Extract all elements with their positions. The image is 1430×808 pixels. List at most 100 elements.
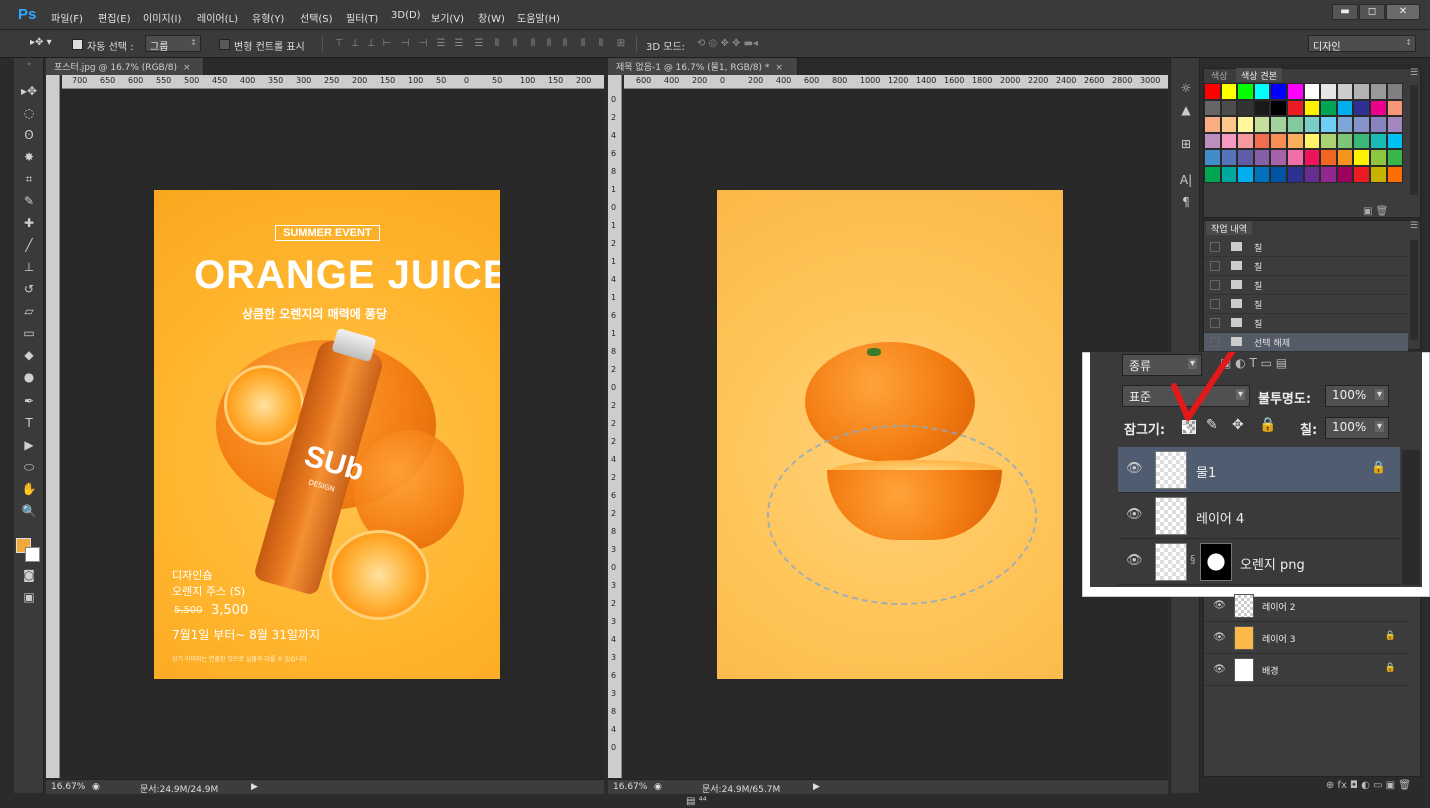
menu-item[interactable]: 유형(Y) xyxy=(252,10,284,25)
maximize-button[interactable]: ◻ xyxy=(1359,4,1385,20)
hand-tool-icon[interactable]: ✋ xyxy=(14,478,44,500)
paragraph-icon[interactable]: ¶ xyxy=(1176,192,1196,212)
fill-field[interactable]: 100% xyxy=(1325,417,1389,439)
color-swatch[interactable] xyxy=(1336,132,1354,150)
color-swatch[interactable] xyxy=(1270,83,1287,100)
status-zoom[interactable]: 16.67% xyxy=(613,782,647,792)
color-swatch[interactable] xyxy=(1353,99,1370,117)
scrollbar[interactable] xyxy=(1402,450,1420,585)
visibility-eye-icon[interactable]: 👁 xyxy=(1213,664,1226,675)
quick-mask-icon[interactable]: ◙ xyxy=(14,564,44,586)
color-swatch[interactable] xyxy=(1270,116,1287,133)
type-tool-icon[interactable]: T xyxy=(14,412,44,434)
color-swatch[interactable] xyxy=(1353,83,1370,100)
layer-row[interactable]: 👁 배경 🔒 xyxy=(1204,654,1408,686)
adjust-icon[interactable]: ☼ xyxy=(1176,78,1196,98)
layer-mask-thumbnail[interactable] xyxy=(1200,543,1232,581)
close-tab-icon[interactable]: × xyxy=(775,63,783,73)
color-swatch[interactable] xyxy=(1286,83,1304,100)
visibility-eye-icon[interactable]: 👁 xyxy=(1213,600,1226,611)
menu-item[interactable]: 레이어(L) xyxy=(197,10,238,25)
color-swatch[interactable] xyxy=(1220,149,1238,166)
color-swatch[interactable] xyxy=(1386,165,1404,183)
color-swatch[interactable] xyxy=(1386,83,1404,100)
layer-name[interactable]: 오렌지 png xyxy=(1240,554,1305,573)
visibility-eye-icon[interactable]: 👁 xyxy=(1213,632,1226,643)
tab-history[interactable]: 작업 내역 xyxy=(1206,221,1252,235)
color-swatch[interactable] xyxy=(1237,83,1254,100)
history-state[interactable]: 칠 xyxy=(1204,276,1408,295)
color-swatch[interactable] xyxy=(1220,83,1238,100)
color-swatch[interactable] xyxy=(1204,83,1221,100)
color-swatch[interactable] xyxy=(1220,132,1238,150)
history-snapshot-checkbox[interactable] xyxy=(1210,242,1220,252)
color-swatch[interactable] xyxy=(1220,165,1238,183)
align-distribute-icon[interactable]: ⊣ xyxy=(416,38,430,50)
path-select-tool-icon[interactable]: ▶ xyxy=(14,434,44,456)
link-chain-icon[interactable]: § xyxy=(1190,553,1196,566)
eyedropper-tool-icon[interactable]: ✎ xyxy=(14,190,44,212)
color-swatch[interactable] xyxy=(1320,99,1337,117)
menu-item[interactable]: 필터(T) xyxy=(346,10,378,25)
crop-tool-icon[interactable]: ⌗ xyxy=(14,168,44,190)
color-swatch[interactable] xyxy=(1237,116,1254,133)
auto-select-checkbox[interactable] xyxy=(72,39,83,50)
menu-item[interactable]: 도움말(H) xyxy=(517,10,560,25)
status-menu-arrow-icon[interactable]: ▶ xyxy=(813,782,820,792)
color-swatch[interactable] xyxy=(1253,83,1271,100)
history-snapshot-checkbox[interactable] xyxy=(1210,299,1220,309)
lock-all-icon[interactable]: 🔒 xyxy=(1259,417,1276,433)
align-distribute-icon[interactable]: ⫴ xyxy=(490,38,504,50)
color-swatch[interactable] xyxy=(1220,116,1238,133)
color-swatch[interactable] xyxy=(1369,116,1387,133)
layer-name[interactable]: 레이어 2 xyxy=(1262,600,1295,613)
menu-item[interactable]: 창(W) xyxy=(478,10,505,25)
color-swatch[interactable] xyxy=(1237,99,1254,117)
color-swatch[interactable] xyxy=(1253,132,1271,150)
color-swatch[interactable] xyxy=(1270,99,1287,117)
layer-name[interactable]: 레이어 4 xyxy=(1196,508,1244,527)
healing-tool-icon[interactable]: ✚ xyxy=(14,212,44,234)
history-state[interactable]: 칠 xyxy=(1204,314,1408,333)
color-swatch[interactable] xyxy=(1286,165,1304,183)
color-swatch[interactable] xyxy=(1353,149,1370,166)
photoshop-logo[interactable]: Ps xyxy=(18,6,36,23)
color-swatch[interactable] xyxy=(1386,99,1404,117)
align-distribute-icon[interactable]: ⫴ xyxy=(594,38,608,50)
color-swatch[interactable] xyxy=(1369,99,1387,117)
zoom-layer-row[interactable]: 👁 § 오렌지 png xyxy=(1118,539,1400,585)
align-distribute-icon[interactable]: ⊥ xyxy=(348,38,362,50)
workspace-dropdown[interactable]: 디자인 xyxy=(1308,35,1416,53)
shape-tool-icon[interactable]: ⬭ xyxy=(14,456,44,478)
color-swatch[interactable] xyxy=(1286,99,1304,117)
align-distribute-icon[interactable]: ☰ xyxy=(452,38,466,50)
history-brush-tool-icon[interactable]: ↺ xyxy=(14,278,44,300)
eraser-tool-icon[interactable]: ▱ xyxy=(14,300,44,322)
color-swatch[interactable] xyxy=(1237,149,1254,166)
tab-swatches[interactable]: 색상 견본 xyxy=(1236,68,1282,82)
align-distribute-icon[interactable]: ☰ xyxy=(434,38,448,50)
gradient-tool-icon[interactable]: ▭ xyxy=(14,322,44,344)
color-swatch[interactable] xyxy=(1204,149,1221,166)
history-snapshot-checkbox[interactable] xyxy=(1210,318,1220,328)
color-swatch[interactable] xyxy=(1303,165,1321,183)
menu-item[interactable]: 편집(E) xyxy=(98,10,131,25)
color-swatch[interactable] xyxy=(1270,165,1287,183)
color-swatch[interactable] xyxy=(1253,149,1271,166)
color-swatch[interactable] xyxy=(1320,116,1337,133)
history-snapshot-checkbox[interactable] xyxy=(1210,261,1220,271)
color-swatch[interactable] xyxy=(1336,116,1354,133)
histogram-icon[interactable]: ▲ xyxy=(1176,100,1196,120)
tab-untitled[interactable]: 제목 없음-1 @ 16.7% (물1, RGB/8) * × xyxy=(608,58,798,75)
stamp-tool-icon[interactable]: ⊥ xyxy=(14,256,44,278)
color-swatch[interactable] xyxy=(1386,116,1404,133)
color-swatch[interactable] xyxy=(1369,165,1387,183)
pen-tool-icon[interactable]: ✒ xyxy=(14,390,44,412)
align-distribute-icon[interactable]: ⊢ xyxy=(380,38,394,50)
color-swatch[interactable] xyxy=(1286,149,1304,166)
zoom-layer-row[interactable]: 👁 물1 🔒 xyxy=(1118,447,1400,493)
color-swatch[interactable] xyxy=(1270,149,1287,166)
color-swatch[interactable] xyxy=(1320,83,1337,100)
color-swatch[interactable] xyxy=(1204,116,1221,133)
color-swatch[interactable] xyxy=(1303,99,1321,117)
